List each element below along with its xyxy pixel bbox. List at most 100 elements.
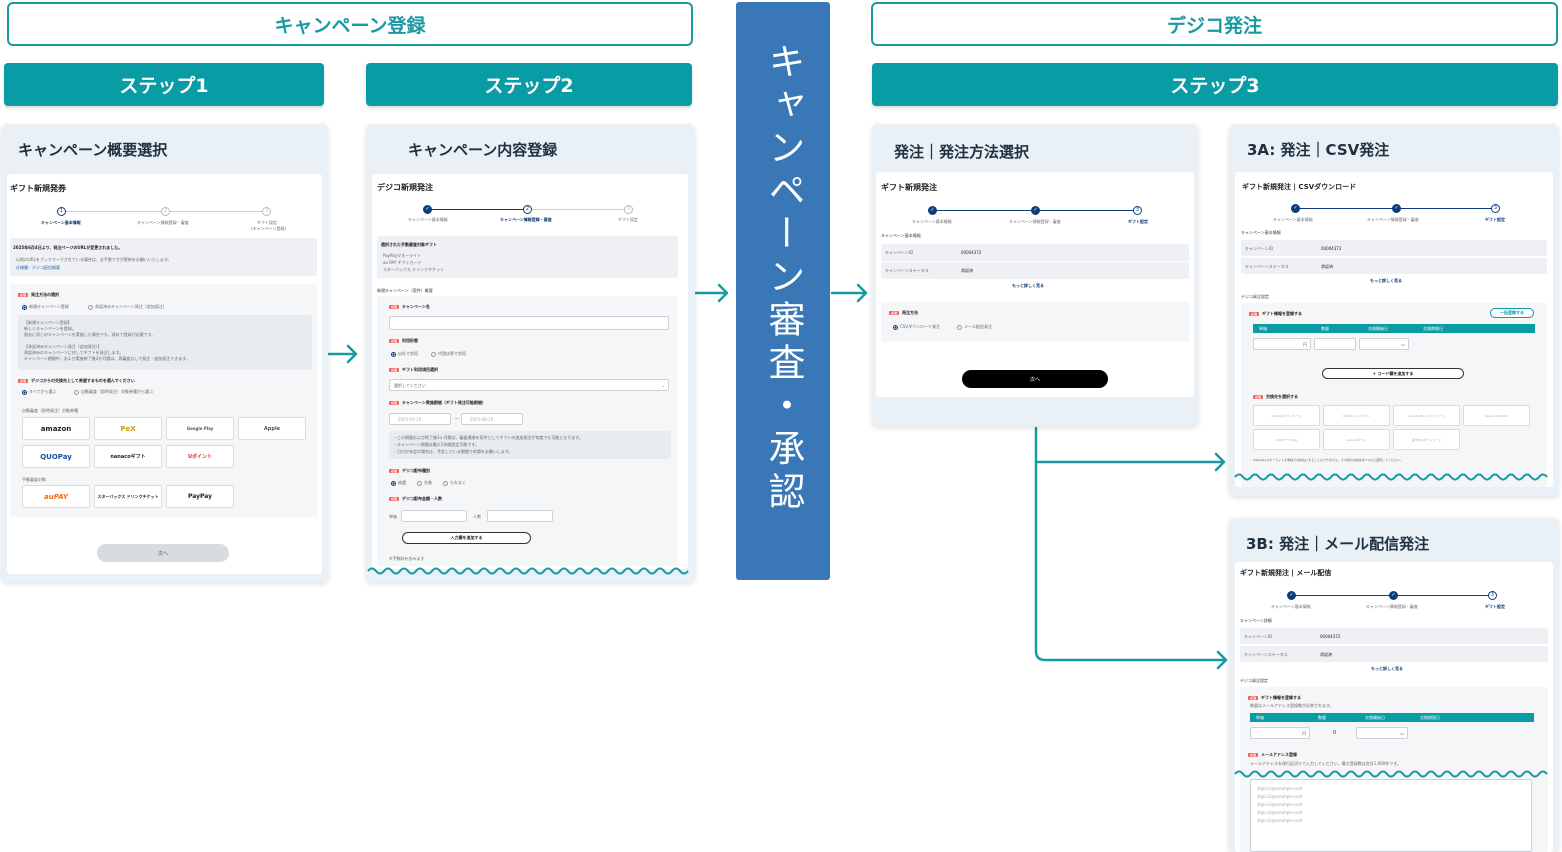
usage-self[interactable]: 自社で利用: [391, 351, 418, 357]
notice-title: 2025年6月4日より、発注ページのURLが変更されました。: [13, 245, 123, 250]
row-status-value: 承認済: [1320, 652, 1332, 657]
basic-info-label: キャンペーン基本情報: [881, 233, 921, 238]
tile-starbucks[interactable]: スターバックス ドリンクチケット: [94, 485, 162, 508]
gift-type-placeholder: 選択してください: [394, 383, 426, 388]
dist-all[interactable]: もれなく: [443, 480, 466, 486]
progress-dot-3: 3: [262, 207, 271, 216]
q1-option-approved[interactable]: 承認済みキャンペーン発注（追加発注）: [88, 304, 167, 310]
progress-dot-1: ✓: [1287, 591, 1296, 600]
period-to-value: 2025-08-10: [470, 417, 494, 422]
unit-price-input[interactable]: 円: [1253, 338, 1311, 350]
exchange-tile-pex[interactable]: PeXポイントギフト: [1323, 405, 1390, 426]
bulk-register-button[interactable]: 一括登録する: [1490, 308, 1534, 318]
exchange-tile-edy[interactable]: 楽天Edyギフトコード: [1393, 429, 1460, 450]
tile-google-play[interactable]: Google Play: [166, 417, 234, 440]
exchange-tile-quo[interactable]: QUOカードPay: [1253, 429, 1320, 450]
f-usage-label: 必須 利用形態: [389, 338, 419, 343]
panel-step3: 発注｜発注方法選択 ギフト新規発注 ✓ ✓ 3 キャンペーン基本情報 キャンペー…: [872, 124, 1198, 426]
info-row-status: キャンペーンステータス 承認済: [881, 262, 1189, 279]
row-status-label: キャンペーンステータス: [1244, 652, 1288, 657]
progress-dot-1: ✓: [928, 206, 937, 215]
tile-amazon[interactable]: amazon: [22, 417, 90, 440]
q2-option-auto[interactable]: 自動審査（即時発注）対象券種から選ぶ: [74, 389, 153, 395]
progress-dot-2: ✓: [1031, 206, 1040, 215]
row-id-value: 00004372: [1320, 634, 1341, 639]
info-row-id: キャンペーンID 00004372: [1241, 240, 1547, 256]
panel1-next-button[interactable]: 次へ: [97, 544, 229, 562]
q1-option-new[interactable]: 新規キャンペーン登録: [22, 304, 69, 310]
f-name-label: 必須 キャンペーン名: [389, 304, 430, 309]
col-end: 交換期限日: [1423, 326, 1443, 331]
qty-input[interactable]: [1314, 338, 1356, 350]
order-settings-label: デジコ発注設定: [1240, 678, 1268, 683]
more-link[interactable]: もっと詳しく見る: [1012, 283, 1044, 289]
info-row-status: キャンペーンステータス 承認済: [1240, 646, 1548, 662]
unit-price-input[interactable]: 円: [1250, 727, 1310, 739]
panel3b-title: 3B: 発注｜メール配信発注: [1246, 535, 1430, 553]
f-amount-label: 必須 デジコ配布金額・人数: [389, 496, 443, 501]
exchange-tile-amazon[interactable]: Amazonギフトカード: [1253, 405, 1320, 426]
more-link[interactable]: もっと詳しく見る: [1370, 278, 1402, 284]
unit-price-input[interactable]: [401, 510, 467, 522]
period-from-input[interactable]: 2025-07-10: [389, 413, 451, 425]
tile-quopay[interactable]: QUOPay: [22, 445, 90, 468]
panel2-card-title: デジコ新規発注: [377, 183, 433, 192]
tile-aupay[interactable]: auPAY: [22, 485, 90, 508]
progress-label-3: ギフト設定: [1128, 219, 1148, 224]
tile-pex[interactable]: PeX: [94, 417, 162, 440]
panel3b-card-title: ギフト新規発注 | メール配信: [1240, 569, 1332, 577]
info-row-id: キャンペーンID 00004372: [1240, 628, 1548, 644]
tile-nanaco[interactable]: nanacoギフト: [94, 445, 162, 468]
col-qty: 数量: [1318, 715, 1326, 720]
campaign-name-input[interactable]: [389, 316, 669, 330]
start-date-input[interactable]: ▭: [1359, 338, 1409, 350]
tile-upoint[interactable]: Uポイント: [166, 445, 234, 468]
q1-desc-2b: キャンペーン期間中、および実施終了後3か月間は、再審査なしで発注・追加発注できま…: [24, 356, 190, 361]
people-input[interactable]: [487, 510, 553, 522]
email-5: digico5@example.com: [1257, 818, 1303, 823]
panel-3b: 3B: 発注｜メール配信発注 ギフト新規発注 | メール配信 ✓ ✓ 3 キャン…: [1229, 518, 1559, 852]
start-date-input[interactable]: ▭: [1356, 727, 1408, 739]
add-code-button[interactable]: + コード欄を追加する: [1322, 368, 1464, 379]
exchange-tile-apple[interactable]: Apple Gift Card: [1463, 405, 1530, 426]
period-to-input[interactable]: 2025-08-10: [461, 413, 523, 425]
dist-first-come[interactable]: 先着: [417, 480, 432, 486]
panel3a-title: 3A: 発注｜CSV発注: [1247, 141, 1390, 159]
exchange-tile-google-play[interactable]: Google Play ギフトコード: [1393, 405, 1460, 426]
email-note: メールアドレスを改行区切りで入力してください。最大登録数は合計1,000件です。: [1250, 761, 1401, 766]
arrow-step3-to-3b: [1034, 426, 1228, 670]
row-status-label: キャンペーンステータス: [1245, 264, 1289, 269]
dist-lottery[interactable]: 抽選: [391, 480, 406, 486]
f-dist-label: 必須 デジコ配布種別: [389, 468, 431, 473]
cut-wave: [1234, 770, 1548, 778]
progress-dot-3: 3: [1488, 591, 1497, 600]
progress-label-3: ギフト設定: [618, 217, 638, 222]
tile-paypay[interactable]: PayPay: [166, 485, 234, 508]
gift-type-select[interactable]: 選択してください ⌄: [389, 379, 669, 391]
selected-gift-2: au PAY ギフトカード: [383, 260, 422, 265]
section-label: 新規キャンペーン（案件）概要: [377, 288, 433, 293]
form-box: 必須 キャンペーン名 必須 利用形態 自社で利用 代理店等で利用 必須 ギフト利用項目…: [377, 296, 678, 566]
more-link[interactable]: もっと詳しく見る: [1371, 666, 1403, 672]
gift-info-note: 数量はメールアドレス登録数が反映されます。: [1250, 703, 1334, 708]
q1-desc-1b: 過去に同じのキャンペーンを実施した場合でも、改めて登録が必要です。: [24, 332, 156, 337]
q2-label: 必須 デジコからの交換先として希望するものを選んでください: [18, 378, 135, 383]
basic-info-label: キャンペーン基本情報: [1241, 230, 1281, 235]
tile-apple[interactable]: Apple: [238, 417, 306, 440]
usage-agency[interactable]: 代理店等で利用: [431, 351, 466, 357]
calendar-icon: ▭: [1401, 342, 1405, 347]
method-email[interactable]: メール配信発注: [957, 324, 992, 330]
panel3-next-button[interactable]: 次へ: [962, 370, 1108, 388]
selected-gift-3: スターバックス ドリンクチケット: [383, 267, 445, 272]
row-id-label: キャンペーンID: [1245, 246, 1274, 251]
email-textarea[interactable]: digico1@example.com digico2@example.com …: [1250, 779, 1532, 852]
method-csv[interactable]: CSVダウンロード発注: [893, 324, 940, 330]
period-note-2: ・キャンペーン期間は最大1年間設定可能です。: [393, 442, 479, 447]
period-separator: 〜: [455, 416, 459, 421]
spec-link[interactable]: 仕様書：デジコ配信概要: [16, 265, 60, 271]
progress-label-1: キャンペーン基本情報: [912, 219, 952, 224]
add-input-button[interactable]: 入力欄を追加する: [402, 532, 531, 544]
progress-dot-2: ✓: [1389, 591, 1398, 600]
q2-option-all[interactable]: すべてから選ぶ: [22, 389, 57, 395]
exchange-tile-nanaco[interactable]: nanacoギフト: [1323, 429, 1390, 450]
